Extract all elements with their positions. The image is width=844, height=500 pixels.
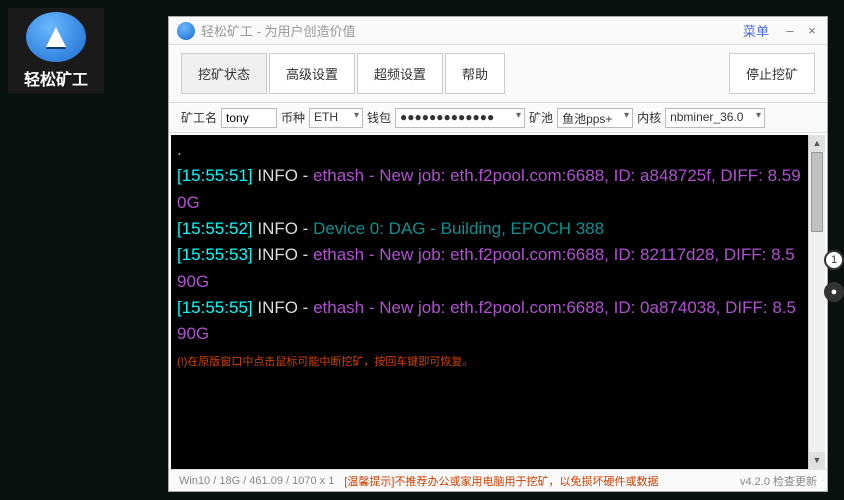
- minimize-button[interactable]: –: [779, 21, 801, 41]
- coin-label: 币种: [281, 109, 305, 126]
- window-icon: [177, 22, 195, 40]
- log-line: [15:55:51] INFO - ethash - New job: eth.…: [177, 163, 802, 216]
- log-line: [15:55:55] INFO - ethash - New job: eth.…: [177, 295, 802, 348]
- console-output: . [15:55:51] INFO - ethash - New job: et…: [171, 135, 808, 469]
- console-warning: (!)在原版窗口中点击鼠标可能中断挖矿，按回车键即可恢复。: [177, 354, 802, 371]
- tab-advanced[interactable]: 高级设置: [269, 53, 355, 94]
- badge-icon[interactable]: 1: [824, 250, 844, 270]
- log-line: [15:55:52] INFO - Device 0: DAG - Buildi…: [177, 216, 802, 242]
- close-button[interactable]: ×: [801, 21, 823, 41]
- kernel-select[interactable]: nbminer_36.0: [665, 108, 765, 128]
- stop-mining-button[interactable]: 停止挖矿: [729, 53, 815, 94]
- kernel-label: 内核: [637, 109, 661, 126]
- miner-input[interactable]: [221, 108, 277, 128]
- window-title: 轻松矿工 - 为用户创造价值: [201, 21, 743, 40]
- scroll-down-icon[interactable]: ▼: [809, 452, 825, 469]
- coin-select[interactable]: ETH: [309, 108, 363, 128]
- config-bar: 矿工名 币种 ETH 钱包 ●●●●●●●●●●●●● 矿池 鱼池pps+ 内核…: [169, 103, 827, 133]
- scroll-up-icon[interactable]: ▲: [809, 135, 825, 152]
- tab-overclock[interactable]: 超频设置: [357, 53, 443, 94]
- pool-select[interactable]: 鱼池pps+: [557, 108, 633, 128]
- app-icon: [26, 12, 86, 62]
- menu-button[interactable]: 菜单: [743, 21, 769, 40]
- version-check[interactable]: v4.2.0 检查更新: [740, 473, 817, 489]
- tab-help[interactable]: 帮助: [445, 53, 505, 94]
- wallet-label: 钱包: [367, 109, 391, 126]
- log-line: .: [177, 140, 182, 159]
- log-line: [15:55:53] INFO - ethash - New job: eth.…: [177, 242, 802, 295]
- scroll-thumb[interactable]: [811, 152, 823, 232]
- desktop-shortcut[interactable]: 轻松矿工: [8, 8, 104, 94]
- pool-label: 矿池: [529, 109, 553, 126]
- system-info: Win10 / 18G / 461.09 / 1070 x 1: [179, 475, 334, 487]
- app-label: 轻松矿工: [12, 66, 100, 90]
- toolbar: 挖矿状态 高级设置 超频设置 帮助 停止挖矿: [169, 45, 827, 103]
- statusbar: Win10 / 18G / 461.09 / 1070 x 1 [温馨提示]不推…: [169, 469, 827, 491]
- status-tip: [温馨提示]不推荐办公或家用电脑用于挖矿，以免损坏硬件或数据: [344, 473, 658, 489]
- scrollbar[interactable]: ▲ ▼: [808, 135, 825, 469]
- badge-icon[interactable]: ●: [824, 282, 844, 302]
- console-area: . [15:55:51] INFO - ethash - New job: et…: [169, 133, 827, 469]
- tab-mining-status[interactable]: 挖矿状态: [181, 53, 267, 94]
- main-window: 轻松矿工 - 为用户创造价值 菜单 – × 挖矿状态 高级设置 超频设置 帮助 …: [168, 16, 828, 492]
- miner-label: 矿工名: [181, 109, 217, 126]
- titlebar: 轻松矿工 - 为用户创造价值 菜单 – ×: [169, 17, 827, 45]
- wallet-select[interactable]: ●●●●●●●●●●●●●: [395, 108, 525, 128]
- side-badges: 1 ●: [824, 250, 844, 302]
